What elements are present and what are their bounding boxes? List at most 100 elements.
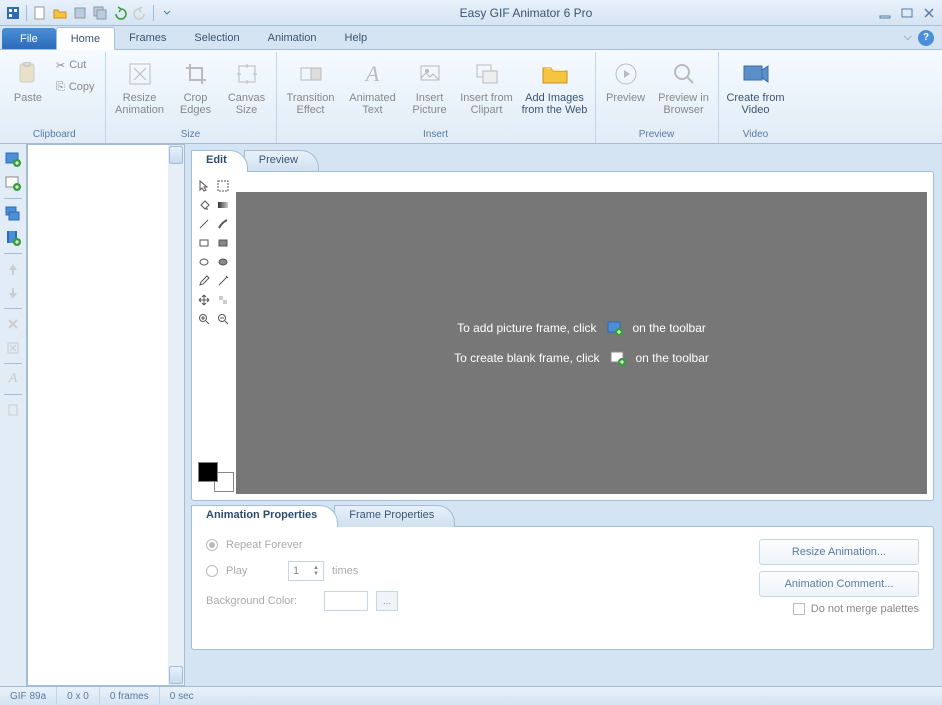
merge-palettes-row[interactable]: Do not merge palettes xyxy=(793,603,919,615)
zoom-out-tool-icon[interactable] xyxy=(215,311,231,327)
ribbon-tabs: File Home Frames Selection Animation Hel… xyxy=(0,26,942,50)
group-insert-label: Insert xyxy=(281,126,591,143)
play-times-row[interactable]: Play 1 ▲▼ times xyxy=(206,561,739,581)
create-from-video-button[interactable]: Create from Video xyxy=(723,54,789,120)
animated-text-button[interactable]: AAnimated Text xyxy=(343,54,403,120)
hint-picture-icon xyxy=(607,320,623,336)
group-size-label: Size xyxy=(110,126,272,143)
move-tool-icon[interactable] xyxy=(196,292,212,308)
copy-icon: ⎘ xyxy=(56,81,65,94)
filled-rect-tool-icon[interactable] xyxy=(215,235,231,251)
tab-frame-properties[interactable]: Frame Properties xyxy=(334,505,455,527)
save-all-icon[interactable] xyxy=(91,4,109,22)
minimize-button[interactable] xyxy=(876,6,894,20)
canvas-size-button[interactable]: Canvas Size xyxy=(222,54,272,120)
tab-preview-view[interactable]: Preview xyxy=(244,150,319,172)
left-toolbar: A xyxy=(0,144,27,686)
paste-icon xyxy=(12,58,44,90)
tab-edit[interactable]: Edit xyxy=(191,150,248,172)
undo-icon[interactable] xyxy=(111,4,129,22)
paste-button[interactable]: Paste xyxy=(8,54,48,108)
qat-dropdown-icon[interactable] xyxy=(158,4,176,22)
app-icon[interactable] xyxy=(4,4,22,22)
eyedropper-tool-icon[interactable] xyxy=(196,273,212,289)
status-frames: 0 frames xyxy=(100,687,160,705)
marquee-tool-icon[interactable] xyxy=(215,178,231,194)
status-size: 0 x 0 xyxy=(57,687,100,705)
crop-edges-button[interactable]: Crop Edges xyxy=(172,54,220,120)
ellipse-tool-icon[interactable] xyxy=(196,254,212,270)
text-tool-icon[interactable]: A xyxy=(2,368,24,390)
new-icon[interactable] xyxy=(31,4,49,22)
gradient-tool-icon[interactable] xyxy=(215,197,231,213)
transparency-tool-icon[interactable] xyxy=(215,292,231,308)
pointer-tool-icon[interactable] xyxy=(196,178,212,194)
preview-button[interactable]: Preview xyxy=(600,54,652,108)
tab-animation[interactable]: Animation xyxy=(254,26,331,49)
move-down-icon[interactable] xyxy=(2,282,24,304)
window-title: Easy GIF Animator 6 Pro xyxy=(176,6,876,20)
spin-down-icon[interactable]: ▼ xyxy=(313,571,319,577)
save-icon[interactable] xyxy=(71,4,89,22)
color-swatches[interactable] xyxy=(198,462,234,492)
tab-frames[interactable]: Frames xyxy=(115,26,180,49)
add-images-web-button[interactable]: Add Images from the Web xyxy=(519,54,591,120)
group-video-label: Video xyxy=(723,126,789,143)
clipboard-tool-icon[interactable] xyxy=(2,399,24,421)
radio-play-times[interactable] xyxy=(206,565,218,577)
status-time: 0 sec xyxy=(160,687,204,705)
add-picture-frame-icon[interactable] xyxy=(2,148,24,170)
rect-tool-icon[interactable] xyxy=(196,235,212,251)
hint-blank-icon xyxy=(610,350,626,366)
film-add-icon[interactable] xyxy=(2,227,24,249)
radio-repeat-forever[interactable] xyxy=(206,539,218,551)
redo-icon[interactable] xyxy=(131,4,149,22)
ribbon: Paste ✂Cut ⎘Copy Clipboard Resize Animat… xyxy=(0,50,942,144)
play-count-input[interactable]: 1 ▲▼ xyxy=(288,561,324,581)
brush-tool-icon[interactable] xyxy=(215,216,231,232)
close-button[interactable] xyxy=(920,6,938,20)
video-icon xyxy=(740,58,772,90)
move-up-icon[interactable] xyxy=(2,258,24,280)
transition-effect-button[interactable]: Transition Effect xyxy=(281,54,341,120)
wand-tool-icon[interactable] xyxy=(215,273,231,289)
maximize-button[interactable] xyxy=(898,6,916,20)
filled-ellipse-tool-icon[interactable] xyxy=(215,254,231,270)
copy-button[interactable]: ⎘Copy xyxy=(50,76,101,98)
delete-icon[interactable] xyxy=(2,313,24,335)
help-icon[interactable]: ? xyxy=(918,30,934,46)
bgcolor-picker-button[interactable]: ... xyxy=(376,591,398,611)
repeat-forever-row[interactable]: Repeat Forever xyxy=(206,539,739,551)
collapse-ribbon-icon[interactable]: ⌵ xyxy=(904,31,912,44)
insert-picture-button[interactable]: Insert Picture xyxy=(405,54,455,120)
file-menu[interactable]: File xyxy=(2,28,56,49)
scroll-down-icon[interactable] xyxy=(169,666,183,684)
bgcolor-well[interactable] xyxy=(324,591,368,611)
scroll-up-icon[interactable] xyxy=(169,146,183,164)
cut-button[interactable]: ✂Cut xyxy=(50,54,101,76)
frame-list-scrollbar[interactable] xyxy=(168,145,184,685)
fill-tool-icon[interactable] xyxy=(196,197,212,213)
crop-icon xyxy=(180,58,212,90)
tab-selection[interactable]: Selection xyxy=(180,26,253,49)
frame-list[interactable] xyxy=(27,144,185,686)
tab-animation-properties[interactable]: Animation Properties xyxy=(191,505,338,527)
canvas[interactable]: To add picture frame, click on the toolb… xyxy=(236,192,927,494)
resize-animation-props-button[interactable]: Resize Animation... xyxy=(759,539,919,565)
add-blank-frame-icon[interactable] xyxy=(2,172,24,194)
open-icon[interactable] xyxy=(51,4,69,22)
insert-clipart-button[interactable]: Insert from Clipart xyxy=(457,54,517,120)
resize-icon xyxy=(124,58,156,90)
merge-palettes-checkbox[interactable] xyxy=(793,603,805,615)
tab-help[interactable]: Help xyxy=(331,26,382,49)
line-tool-icon[interactable] xyxy=(196,216,212,232)
animation-comment-button[interactable]: Animation Comment... xyxy=(759,571,919,597)
duplicate-frame-icon[interactable] xyxy=(2,203,24,225)
tab-home[interactable]: Home xyxy=(56,27,115,50)
foreground-color-swatch[interactable] xyxy=(198,462,218,482)
resize-animation-button[interactable]: Resize Animation xyxy=(110,54,170,120)
zoom-in-tool-icon[interactable] xyxy=(196,311,212,327)
preview-browser-button[interactable]: Preview in Browser xyxy=(654,54,714,120)
group-preview-label: Preview xyxy=(600,126,714,143)
delete-all-icon[interactable] xyxy=(2,337,24,359)
